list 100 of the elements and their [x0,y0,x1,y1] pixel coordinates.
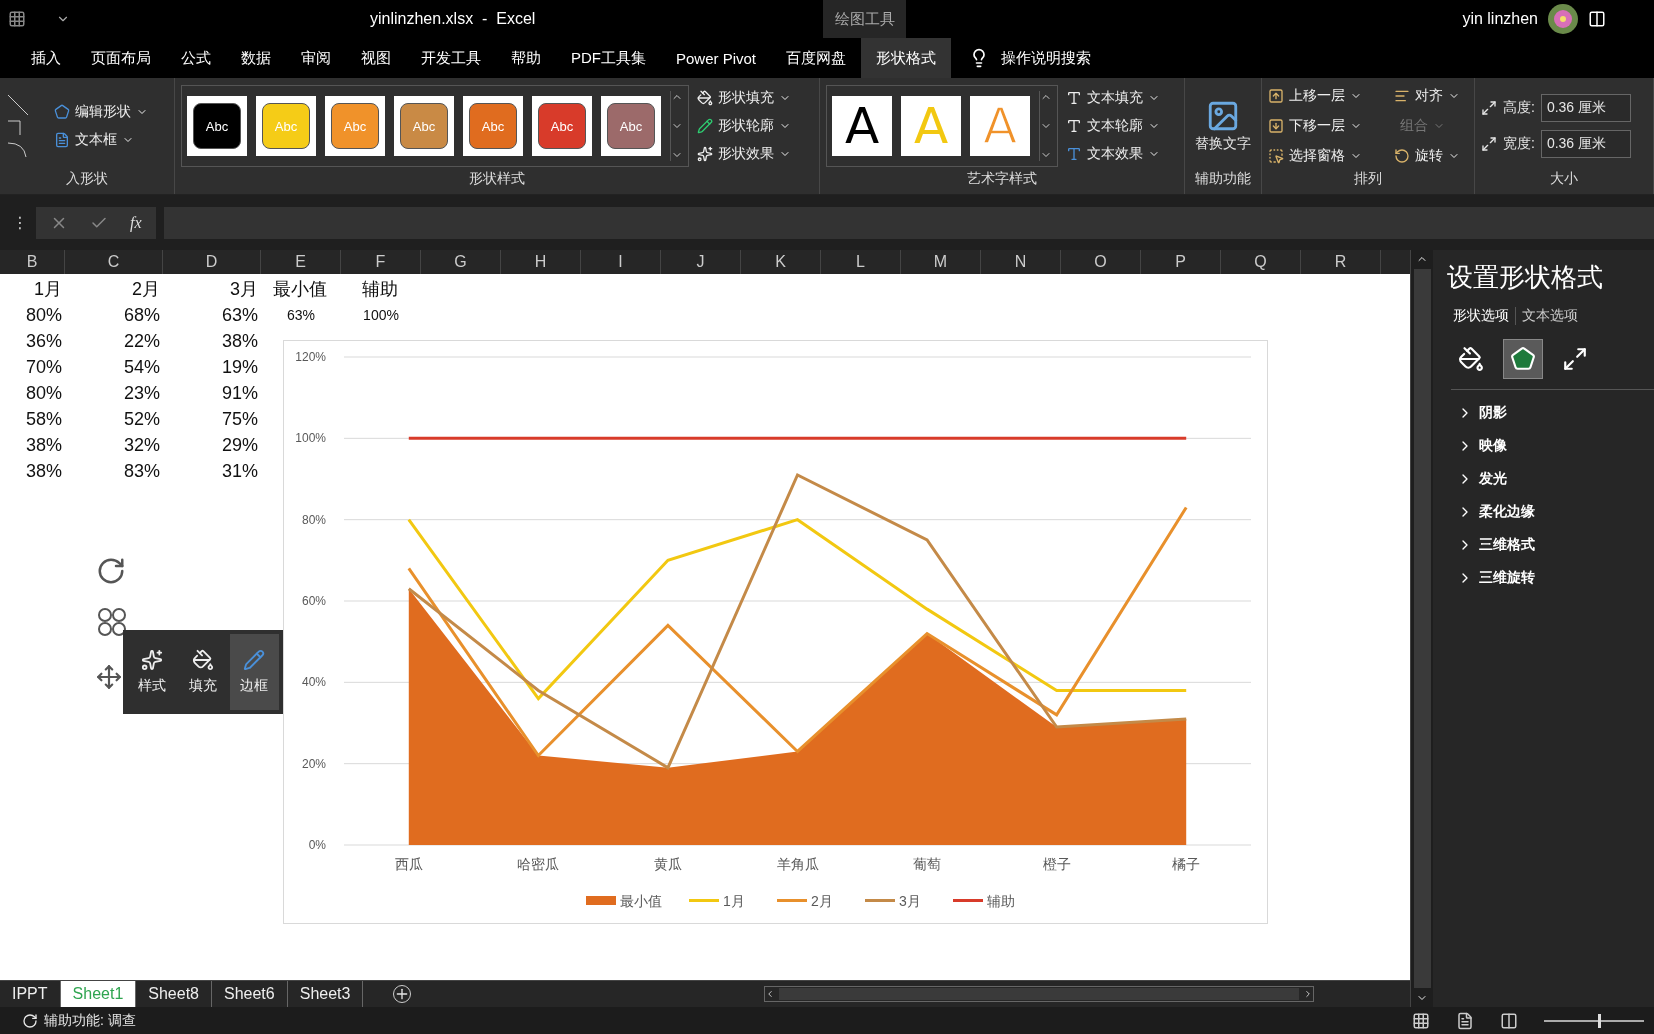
style-swatch[interactable]: Abc [538,103,586,149]
page-layout-icon[interactable] [1456,1011,1474,1030]
category-label: 橙子 [1042,856,1071,872]
table-cell-text: 1月 [33,278,63,301]
pane-icon-tab[interactable] [1503,339,1543,379]
paint-bucket-icon [697,90,713,106]
field-label: 宽度: [1503,135,1535,153]
mini-toolbar-button[interactable]: 边框 [229,634,279,710]
ribbon-tab[interactable]: 视图 [346,38,406,78]
ribbon-button[interactable]: 文本框 [54,126,148,154]
ribbon-tab[interactable]: 百度网盘 [771,38,862,78]
ribbon-button[interactable]: 文本效果 [1066,140,1160,168]
mini-toolbar-button[interactable]: 填充 [178,634,228,710]
move-handle[interactable] [96,664,122,690]
horizontal-scrollbar[interactable] [764,986,1314,1002]
group-handle[interactable] [96,606,128,638]
style-swatch[interactable]: Abc [193,103,241,149]
table-icon[interactable] [8,10,26,28]
category-label: 黄瓜 [653,856,682,872]
table-cell-text: 63% [220,303,259,327]
axis-tick-label: 20% [301,756,326,771]
table-cell-text: 23% [122,381,161,405]
scroll-left-icon [765,989,775,999]
pane-section[interactable]: 柔化边缘 [1447,495,1654,528]
size-field[interactable]: 0.36 厘米 [1540,130,1631,158]
insert-function-button[interactable]: fx [130,213,142,232]
legend-label: 3月 [899,893,921,909]
ribbon-button[interactable]: 对齐 [1394,82,1474,110]
field-label: 高度: [1503,99,1535,117]
table-cell-text: 最小值 [271,278,328,301]
rotate-handle[interactable] [96,556,126,586]
ribbon-tab[interactable]: Power Pivot [661,38,772,78]
pencil-icon [697,118,713,134]
letter-icon [1066,118,1082,134]
restore-icon[interactable] [1588,10,1606,28]
table-cell-text: 70% [24,355,63,379]
ribbon-button[interactable]: 形状轮廓 [697,112,791,140]
pencil-icon [243,649,266,671]
ribbon-tab[interactable]: 公式 [166,38,226,78]
window-title: yinlinzhen.xlsx - Excel [370,10,536,28]
axis-tick-label: 120% [295,350,326,364]
group-label: 大小 [1549,170,1579,188]
normal-view-icon[interactable] [1412,1011,1430,1030]
table-cell-text: 2月 [131,278,161,301]
size-icon [1562,346,1588,372]
ribbon-button[interactable]: 形状效果 [697,140,791,168]
slider-thumb[interactable] [1597,1013,1601,1028]
mini-toolbar-button[interactable]: 样式 [127,634,177,710]
legend-swatch [586,896,616,905]
letter-icon [1066,146,1082,162]
ribbon-button[interactable]: 旋转 [1394,142,1474,170]
ribbon-tab[interactable]: 开发工具 [406,38,496,78]
table-cell-text: 80% [24,303,63,327]
table-cell-text: 58% [24,407,63,431]
table-cell-text: 83% [122,459,161,483]
wordart-sample[interactable]: A [832,96,892,156]
ribbon-tab[interactable]: 帮助 [496,38,556,78]
more-button[interactable]: ⋮ [12,213,28,232]
paint-bucket-icon [192,649,214,671]
ribbon-button[interactable]: 文本轮廓 [1066,112,1160,140]
ribbon-button[interactable]: 上移一层 [1268,82,1386,110]
page-break-icon[interactable] [1500,1011,1518,1030]
tell-me-search[interactable]: 操作说明搜索 [951,38,1092,78]
pane-title: 设置形状格式 [1447,261,1604,294]
style-swatch[interactable]: Abc [607,103,655,149]
pane-section[interactable]: 阴影 [1447,396,1654,429]
legend-swatch [777,899,807,902]
pane-section[interactable]: 三维旋转 [1447,561,1654,594]
pane-tab[interactable]: 文本选项 [1516,307,1584,325]
send-backward-icon [1268,118,1284,134]
ribbon-tab[interactable]: 审阅 [286,38,346,78]
group-label: 艺术字样式 [966,170,1038,188]
ribbon-tab[interactable]: 数据 [226,38,286,78]
ribbon-button[interactable]: 选择窗格 [1268,142,1386,170]
ribbon-button[interactable]: 形状填充 [697,84,791,112]
accessibility-icon[interactable] [22,1012,38,1029]
status-text[interactable]: 辅助功能: 调查 [44,1011,136,1030]
pentagon-icon [54,104,70,120]
pane-section[interactable]: 三维格式 [1447,528,1654,561]
table-cell-text: 32% [122,433,161,457]
table-cell-text: 54% [122,355,161,379]
ribbon-button[interactable]: 下移一层 [1268,112,1386,140]
ribbon-tab[interactable]: PDF工具集 [556,38,661,78]
ribbon-tab[interactable]: 形状格式 [861,38,952,78]
group-label: 排列 [1353,170,1383,188]
pane-section[interactable]: 发光 [1447,462,1654,495]
pane-tab[interactable]: 形状选项 [1447,307,1516,325]
axis-tick-label: 100% [295,431,326,446]
scroll-right-icon [1303,989,1313,999]
ribbon-button[interactable]: 文本填充 [1066,84,1160,112]
ribbon-tab[interactable]: 插入 [16,38,76,78]
table-cell-text: 63% [286,306,316,325]
table-cell-text: 75% [220,407,259,431]
size-field[interactable]: 0.36 厘米 [1540,94,1631,122]
alt-text-button[interactable]: 替换文字 [1194,99,1252,153]
group-label: 形状样式 [468,170,526,188]
ribbon-button[interactable]: 编辑形状 [54,98,148,126]
ribbon-tab[interactable]: 页面布局 [76,38,166,78]
pane-section[interactable]: 映像 [1447,429,1654,462]
paint-bucket-icon [1458,346,1484,372]
